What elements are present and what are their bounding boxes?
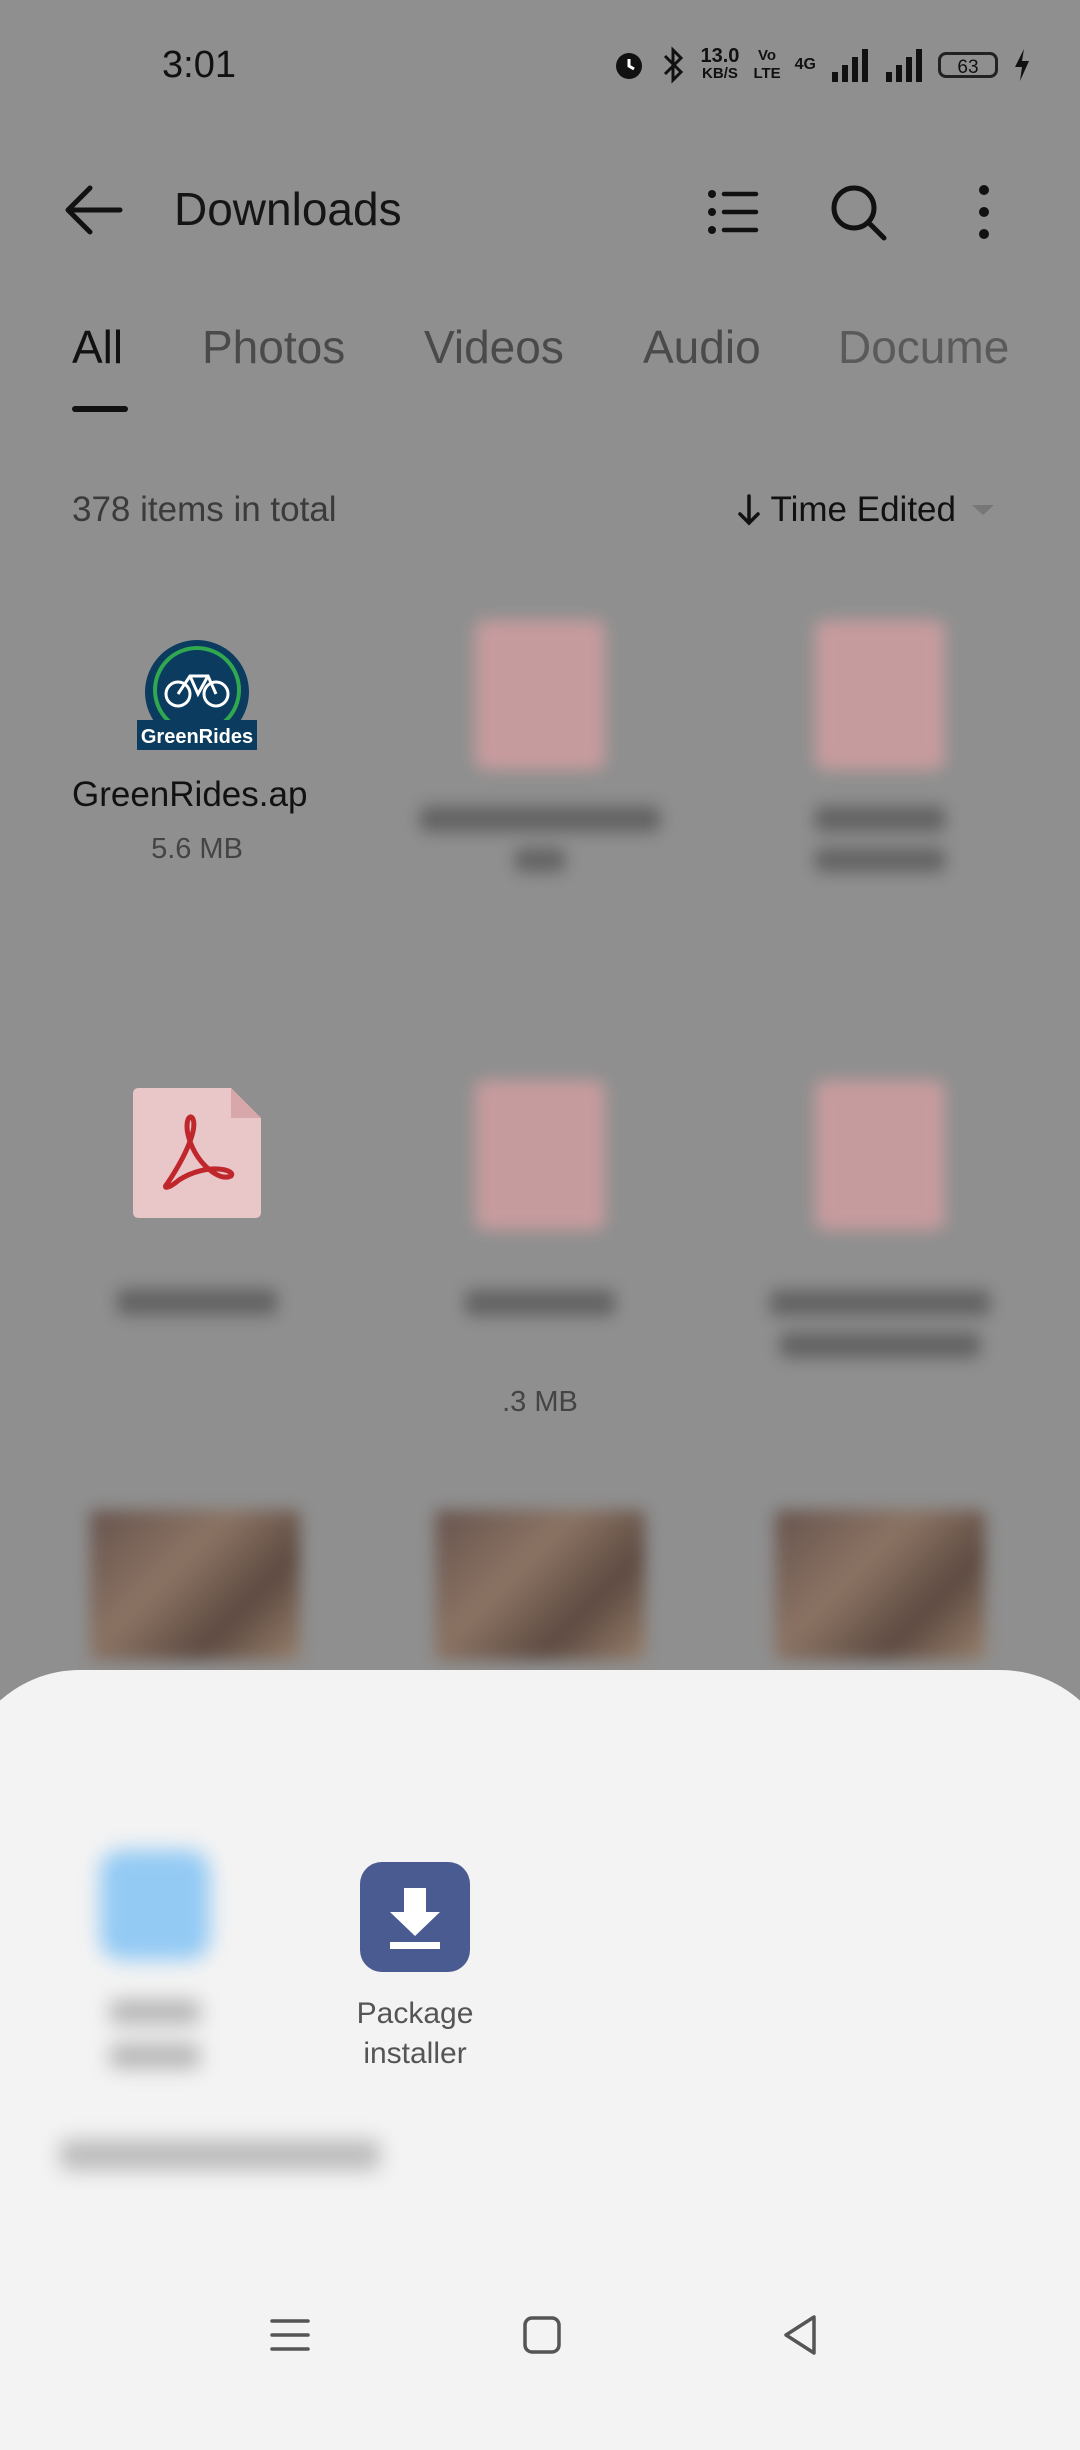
pdf-file-icon: [475, 620, 605, 770]
file-item-pdf[interactable]: [375, 620, 705, 872]
app-logo-icon: GreenRides: [137, 640, 257, 750]
list-view-icon[interactable]: [700, 180, 764, 244]
net-speed: 13.0 KB/S: [700, 45, 740, 82]
pdf-file-icon: [133, 1088, 261, 1218]
pdf-file-icon: [815, 620, 945, 770]
status-icons: 13.0 KB/S Vo LTE 4G 63: [611, 46, 1033, 84]
pdf-file-icon: [815, 1080, 945, 1230]
image-thumbnail[interactable]: [715, 1510, 1045, 1660]
back-triangle-icon[interactable]: [772, 2305, 832, 2365]
alarm-icon: [615, 53, 642, 79]
file-size: 5.6 MB: [151, 833, 243, 865]
more-options-icon[interactable]: [952, 180, 1016, 244]
app-icon: [100, 1850, 210, 1960]
file-item-pdf[interactable]: [715, 620, 1045, 872]
search-icon[interactable]: [826, 180, 890, 244]
page-title: Downloads: [174, 183, 402, 235]
svg-text:GreenRides: GreenRides: [141, 726, 253, 748]
charging-icon: [1015, 49, 1029, 81]
tab-videos[interactable]: Videos: [424, 320, 564, 374]
status-bar: 3:01 13.0 KB/S Vo LTE 4G 63: [0, 0, 1080, 130]
app-option-blurred[interactable]: [100, 1850, 210, 2068]
sort-label: Time Edited: [770, 490, 956, 529]
download-icon: [360, 1862, 470, 1972]
bluetooth-icon: [663, 46, 683, 84]
tab-all[interactable]: All: [72, 320, 123, 374]
menu-icon[interactable]: [260, 2305, 320, 2365]
tab-audio[interactable]: Audio: [643, 320, 761, 374]
app-option-package-installer[interactable]: Package installer: [315, 1862, 515, 2074]
file-size: .3 MB: [502, 1386, 578, 1418]
items-count: 378 items in total: [72, 490, 337, 529]
volte-indicator: Vo LTE: [753, 47, 781, 82]
file-item-pdf[interactable]: [715, 1080, 1045, 1358]
image-thumbnail[interactable]: [30, 1510, 360, 1660]
file-item-pdf[interactable]: .3 MB: [375, 1080, 705, 1419]
sort-selector[interactable]: Time Edited: [737, 490, 1000, 530]
chevron-down-icon: [972, 505, 994, 515]
back-arrow-icon[interactable]: [60, 182, 130, 238]
tab-indicator: [72, 406, 128, 412]
app-label: Package installer: [356, 1997, 474, 2070]
home-square-icon[interactable]: [512, 2305, 572, 2365]
app-toolbar: Downloads: [0, 160, 1080, 260]
category-tabs: All Photos Videos Audio Docume: [0, 320, 1080, 420]
image-thumbnail[interactable]: [375, 1510, 705, 1660]
network-type: 4G: [794, 56, 816, 73]
tab-photos[interactable]: Photos: [202, 320, 345, 374]
sort-arrow-icon: [737, 494, 760, 526]
file-item-greenrides[interactable]: GreenRides GreenRides.ap 5.6 MB: [32, 640, 362, 866]
signal-icon: [886, 49, 922, 82]
signal-icon: [832, 49, 868, 82]
always-option-blurred[interactable]: [60, 2140, 380, 2170]
status-time: 3:01: [162, 44, 236, 86]
navigation-bar: [0, 2250, 1080, 2400]
file-name: GreenRides.ap: [72, 775, 308, 814]
file-item-pdf[interactable]: [32, 1084, 362, 1315]
battery-icon: 63: [938, 52, 998, 78]
pdf-file-icon: [475, 1080, 605, 1230]
tab-documents[interactable]: Docume: [838, 320, 1009, 374]
